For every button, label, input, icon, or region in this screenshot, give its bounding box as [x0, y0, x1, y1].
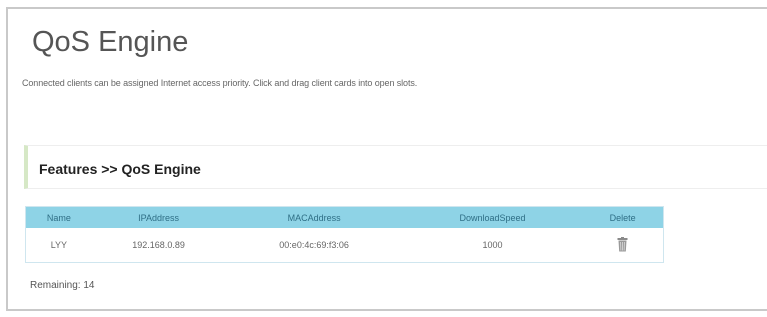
column-header-name: Name: [25, 206, 92, 228]
client-ip: 192.168.0.89: [91, 228, 226, 263]
column-header-mac: MACAddress: [225, 206, 403, 228]
section-header: Features >> QoS Engine: [24, 145, 767, 189]
client-table: Name IPAddress MACAddress DownloadSpeed …: [25, 206, 664, 263]
client-download-speed: 1000: [402, 228, 583, 263]
trash-icon[interactable]: [617, 236, 628, 254]
column-header-ip: IPAddress: [91, 206, 226, 228]
client-name: LYY: [25, 228, 92, 263]
column-header-speed: DownloadSpeed: [402, 206, 583, 228]
page-title: QoS Engine: [32, 26, 189, 58]
page-description: Connected clients can be assigned Intern…: [22, 78, 418, 88]
breadcrumb: Features >> QoS Engine: [39, 161, 201, 177]
column-header-delete: Delete: [582, 206, 664, 228]
delete-cell: [582, 228, 664, 263]
client-mac: 00:e0:4c:69:f3:06: [225, 228, 403, 263]
remaining-count: Remaining: 14: [30, 280, 95, 291]
table-row[interactable]: LYY 192.168.0.89 00:e0:4c:69:f3:06 1000: [25, 228, 664, 263]
table-header-row: Name IPAddress MACAddress DownloadSpeed …: [25, 206, 664, 228]
